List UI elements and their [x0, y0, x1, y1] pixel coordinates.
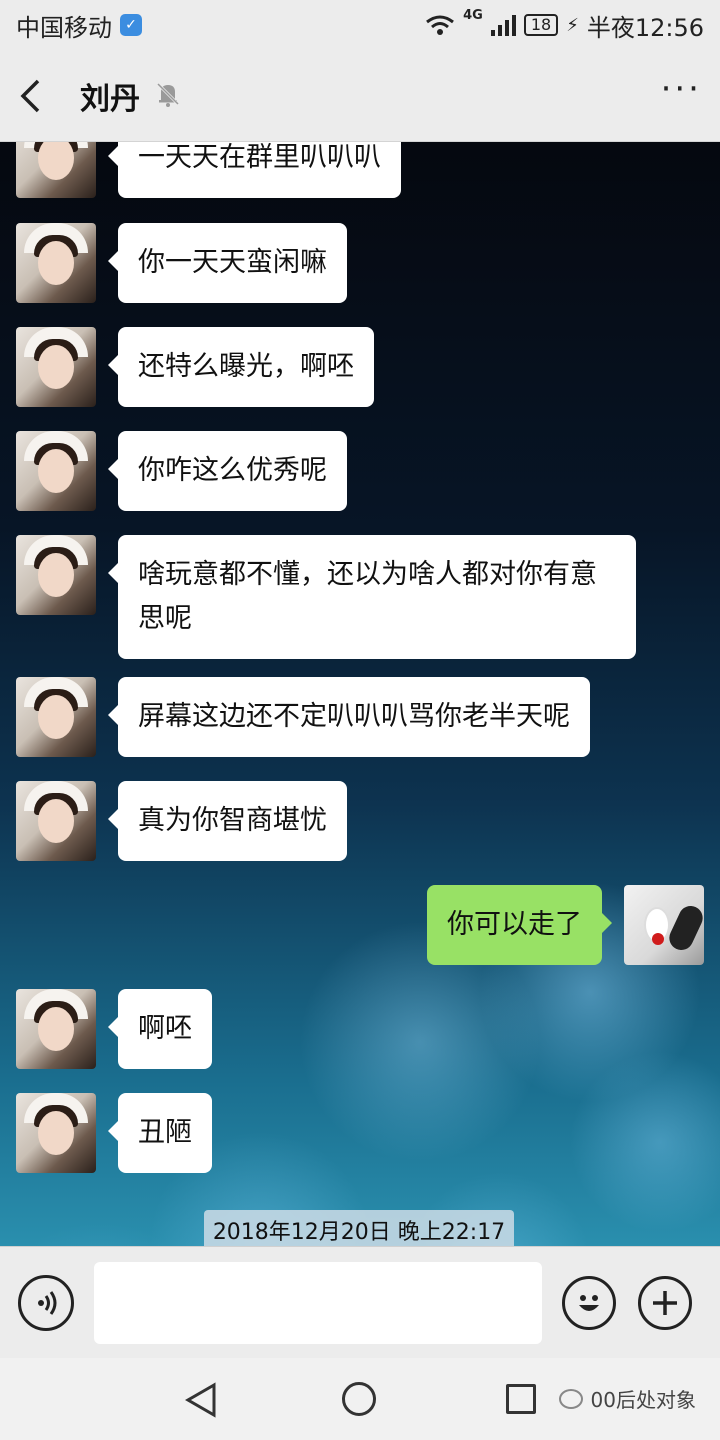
chat-header: 刘丹 ···: [0, 50, 720, 142]
contact-avatar[interactable]: [16, 142, 96, 198]
contact-avatar[interactable]: [16, 223, 96, 303]
battery-level: 18: [530, 15, 552, 34]
back-button[interactable]: [18, 74, 62, 118]
network-label: 4G: [463, 7, 483, 23]
message-bubble[interactable]: 你咋这么优秀呢: [108, 431, 347, 511]
contact-name[interactable]: 刘丹: [80, 74, 140, 118]
nav-home-button[interactable]: [342, 1382, 376, 1416]
more-dots-icon: ···: [660, 68, 702, 109]
voice-button[interactable]: [18, 1274, 74, 1331]
message-bubble[interactable]: 一天天在群里叭叭叭: [108, 142, 401, 198]
carrier-label: 中国移动: [16, 13, 112, 42]
emoji-button[interactable]: [562, 1275, 616, 1330]
more-button[interactable]: ···: [661, 72, 702, 120]
charging-icon: ⚡: [566, 14, 579, 36]
contact-avatar[interactable]: [16, 535, 96, 615]
contact-avatar[interactable]: [16, 781, 96, 861]
message-bubble[interactable]: 真为你智商堪忧: [108, 781, 347, 861]
nav-recent-button[interactable]: [506, 1384, 536, 1414]
voice-icon: [38, 1290, 57, 1315]
chevron-left-icon: [20, 79, 40, 112]
contact-avatar[interactable]: [16, 327, 96, 407]
bell-off-icon: [154, 80, 182, 112]
message-bubble[interactable]: 丑陋: [108, 1093, 212, 1173]
message-bubble[interactable]: 你一天天蛮闲嘛: [108, 223, 347, 303]
system-nav-bar: 00后处对象: [0, 1358, 720, 1440]
status-left: 中国移动 ✓: [16, 8, 142, 43]
plus-button[interactable]: [638, 1275, 692, 1330]
input-bar: [0, 1246, 720, 1358]
contact-avatar[interactable]: [16, 431, 96, 511]
nav-back-icon: [184, 1382, 216, 1418]
message-bubble[interactable]: 屏幕这边还不定叭叭叭骂你老半天呢: [108, 677, 590, 757]
watermark: 00后处对象: [558, 1384, 696, 1413]
plus-icon: [653, 1290, 677, 1315]
message-bubble[interactable]: 啊呸: [108, 989, 212, 1069]
contact-avatar[interactable]: [16, 989, 96, 1069]
signal-icon: [490, 14, 516, 36]
message-input[interactable]: [94, 1261, 542, 1344]
chat-area[interactable]: 一天天在群里叭叭叭 你一天天蛮闲嘛 还特么曝光，啊呸 你咋这么优秀呢 啥玩意都不…: [0, 142, 720, 1246]
status-right: 4G 18 ⚡ 半夜12:56: [425, 8, 704, 43]
my-avatar[interactable]: [624, 885, 704, 965]
nav-back-button[interactable]: [184, 1382, 218, 1422]
message-bubble[interactable]: 还特么曝光，啊呸: [108, 327, 374, 407]
contact-avatar[interactable]: [16, 1093, 96, 1173]
my-message-bubble[interactable]: 你可以走了: [427, 885, 612, 965]
contact-avatar[interactable]: [16, 677, 96, 757]
shield-icon: ✓: [120, 14, 142, 36]
watermark-text: 00后处对象: [590, 1388, 696, 1412]
wifi-icon: [426, 15, 455, 35]
wechat-icon: [558, 1388, 583, 1409]
emoji-icon: [579, 1294, 599, 1311]
status-bar: 中国移动 ✓ 4G 18 ⚡ 半夜12:56: [0, 0, 720, 50]
message-bubble[interactable]: 啥玩意都不懂，还以为啥人都对你有意思呢: [108, 535, 636, 659]
clock: 半夜12:56: [586, 13, 704, 42]
battery-icon: 18: [523, 14, 559, 36]
message-timestamp: 2018年12月20日 晚上22:17: [204, 1210, 514, 1246]
